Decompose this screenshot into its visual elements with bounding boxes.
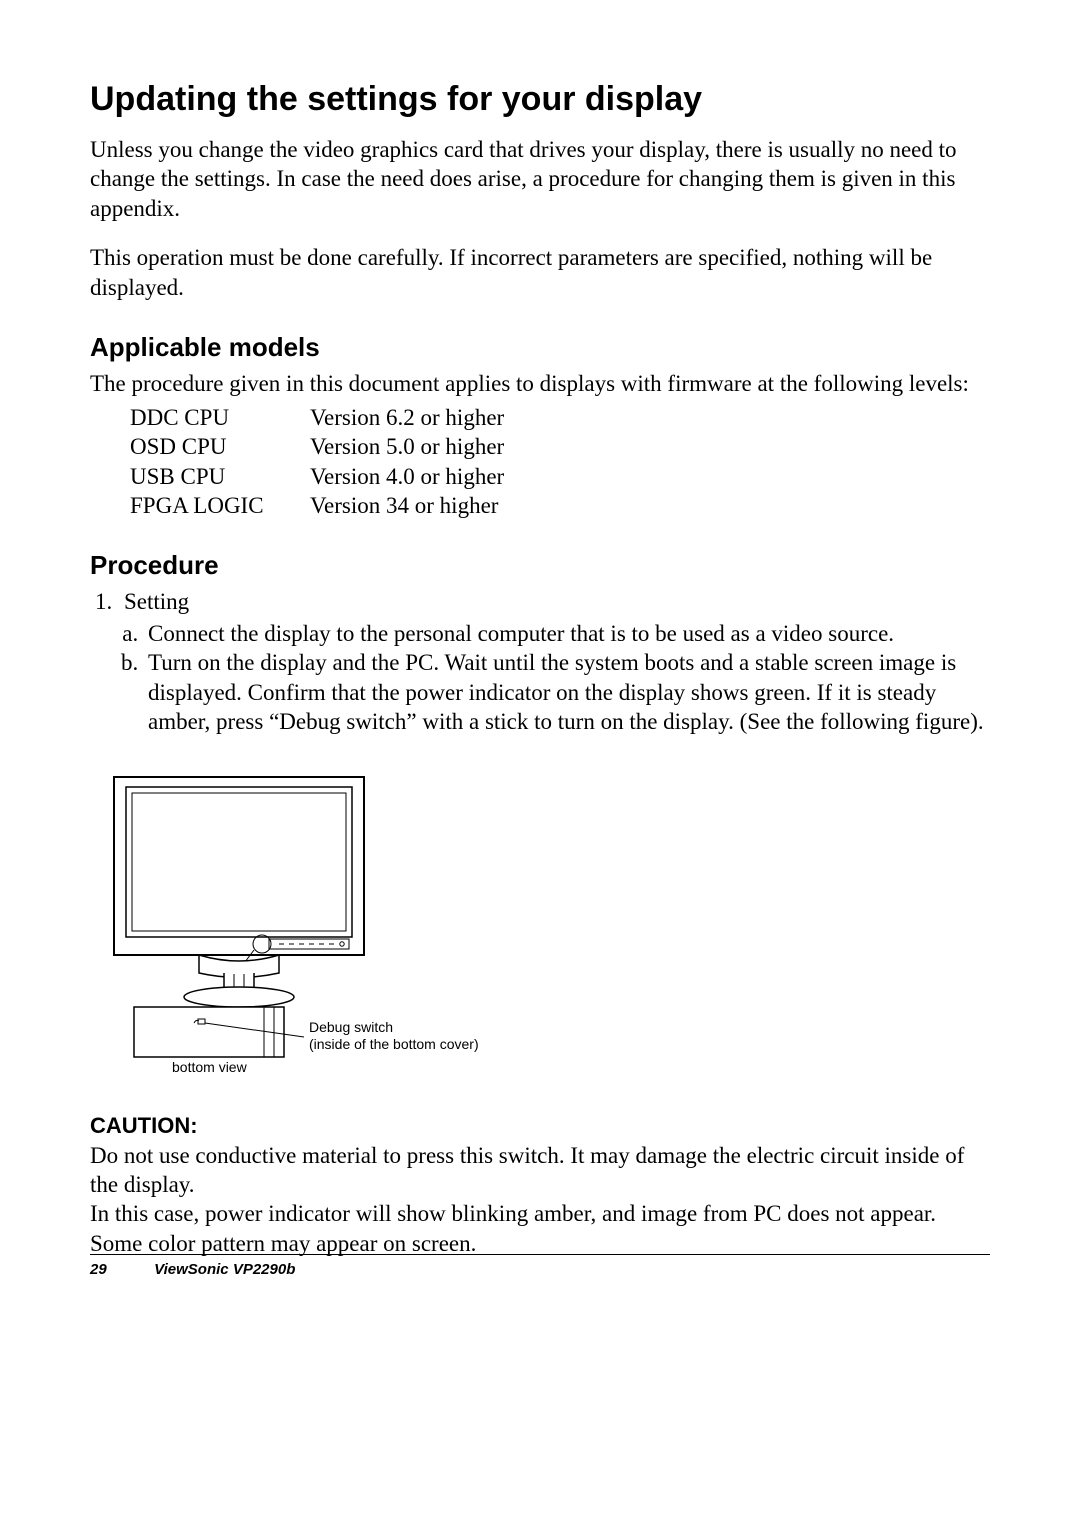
intro-paragraph-2: This operation must be done carefully. I… bbox=[90, 243, 990, 302]
firmware-name: FPGA LOGIC bbox=[130, 491, 310, 520]
firmware-version: Version 5.0 or higher bbox=[310, 432, 504, 461]
procedure-step-1: Setting Connect the display to the perso… bbox=[118, 587, 990, 736]
footer-page-number: 29 bbox=[90, 1261, 150, 1278]
firmware-row: DDC CPU Version 6.2 or higher bbox=[130, 403, 990, 432]
caution-text: Do not use conductive material to press … bbox=[90, 1141, 990, 1259]
firmware-row: OSD CPU Version 5.0 or higher bbox=[130, 432, 990, 461]
page-footer: 29 ViewSonic VP2290b bbox=[90, 1254, 990, 1278]
section-heading-procedure: Procedure bbox=[90, 550, 990, 581]
figure-debug-switch: Debug switch (inside of the bottom cover… bbox=[104, 767, 990, 1083]
firmware-name: USB CPU bbox=[130, 462, 310, 491]
caution-heading: CAUTION: bbox=[90, 1113, 990, 1139]
firmware-version: Version 6.2 or higher bbox=[310, 403, 504, 432]
models-intro: The procedure given in this document app… bbox=[90, 369, 990, 398]
figure-label-inside: (inside of the bottom cover) bbox=[309, 1036, 479, 1052]
procedure-step-title: Setting bbox=[124, 589, 189, 614]
figure-label-debug-switch: Debug switch bbox=[309, 1019, 393, 1035]
intro-paragraph-1: Unless you change the video graphics car… bbox=[90, 135, 990, 223]
firmware-version: Version 34 or higher bbox=[310, 491, 498, 520]
section-heading-models: Applicable models bbox=[90, 332, 990, 363]
firmware-name: OSD CPU bbox=[130, 432, 310, 461]
footer-model: VP2290b bbox=[233, 1261, 296, 1278]
firmware-table: DDC CPU Version 6.2 or higher OSD CPU Ve… bbox=[130, 403, 990, 521]
firmware-row: FPGA LOGIC Version 34 or higher bbox=[130, 491, 990, 520]
procedure-sublist: Connect the display to the personal comp… bbox=[124, 619, 990, 737]
monitor-diagram: Debug switch (inside of the bottom cover… bbox=[104, 767, 544, 1077]
figure-label-bottom-view: bottom view bbox=[172, 1059, 248, 1075]
footer-brand: ViewSonic bbox=[154, 1261, 228, 1278]
firmware-version: Version 4.0 or higher bbox=[310, 462, 504, 491]
procedure-list: Setting Connect the display to the perso… bbox=[90, 587, 990, 736]
procedure-substep-a: Connect the display to the personal comp… bbox=[144, 619, 990, 648]
firmware-row: USB CPU Version 4.0 or higher bbox=[130, 462, 990, 491]
procedure-substep-b: Turn on the display and the PC. Wait unt… bbox=[144, 648, 990, 736]
page-title: Updating the settings for your display bbox=[90, 80, 990, 119]
firmware-name: DDC CPU bbox=[130, 403, 310, 432]
caution-line-2: In this case, power indicator will show … bbox=[90, 1199, 990, 1228]
caution-line-1: Do not use conductive material to press … bbox=[90, 1141, 990, 1200]
